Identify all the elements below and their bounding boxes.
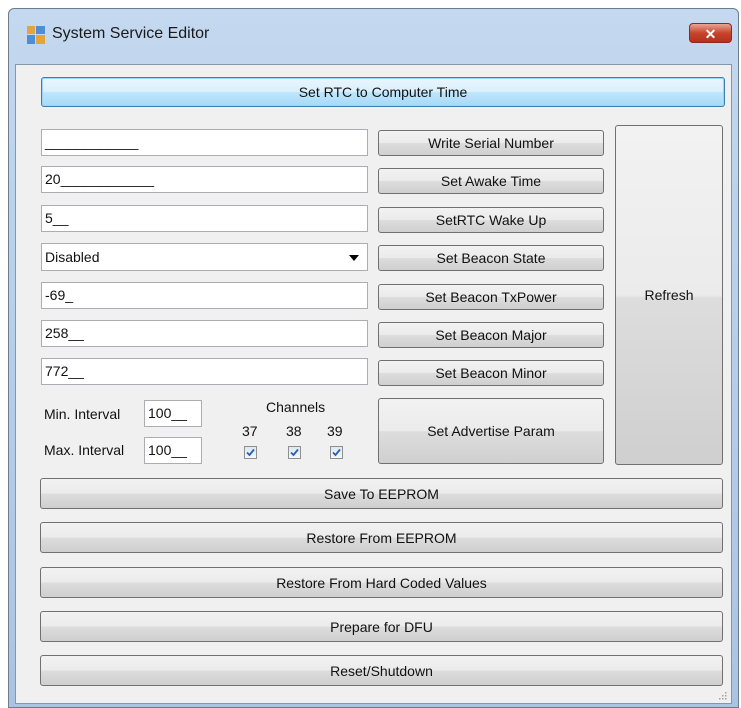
set-awake-time-button[interactable]: Set Awake Time bbox=[378, 168, 604, 194]
beacon-major-field[interactable]: 258__ bbox=[41, 320, 368, 347]
awake-time-field[interactable]: 20____________ bbox=[41, 166, 368, 193]
set-rtc-wake-button[interactable]: SetRTC Wake Up bbox=[378, 207, 604, 233]
title-bar[interactable]: System Service Editor ✕ bbox=[9, 9, 738, 64]
prepare-dfu-button[interactable]: Prepare for DFU bbox=[40, 611, 723, 642]
resize-grip-icon[interactable] bbox=[717, 690, 727, 700]
channel-37-checkbox[interactable] bbox=[244, 446, 257, 459]
refresh-button[interactable]: Refresh bbox=[615, 125, 723, 465]
set-rtc-button[interactable]: Set RTC to Computer Time bbox=[41, 77, 725, 107]
save-eeprom-button[interactable]: Save To EEPROM bbox=[40, 478, 723, 509]
set-beacon-major-button[interactable]: Set Beacon Major bbox=[378, 322, 604, 348]
set-beacon-txpower-button[interactable]: Set Beacon TxPower bbox=[378, 284, 604, 310]
checkmark-icon bbox=[246, 448, 255, 457]
window-title: System Service Editor bbox=[52, 25, 210, 42]
chevron-down-icon bbox=[349, 255, 359, 261]
restore-hard-coded-button[interactable]: Restore From Hard Coded Values bbox=[40, 567, 723, 598]
checkmark-icon bbox=[290, 448, 299, 457]
channel-38-checkbox[interactable] bbox=[288, 446, 301, 459]
channels-label: Channels bbox=[266, 399, 326, 415]
max-interval-label: Max. Interval bbox=[44, 442, 125, 458]
checkmark-icon bbox=[332, 448, 341, 457]
write-serial-button[interactable]: Write Serial Number bbox=[378, 130, 604, 156]
window: System Service Editor ✕ Set RTC to Compu… bbox=[8, 8, 739, 708]
rtc-wake-field[interactable]: 5__ bbox=[41, 205, 368, 232]
min-interval-label: Min. Interval bbox=[44, 406, 121, 422]
close-button[interactable]: ✕ bbox=[689, 23, 732, 43]
channel-39-label: 39 bbox=[327, 423, 343, 439]
set-beacon-state-button[interactable]: Set Beacon State bbox=[378, 245, 604, 271]
tx-power-field[interactable]: -69_ bbox=[41, 282, 368, 309]
restore-eeprom-button[interactable]: Restore From EEPROM bbox=[40, 522, 723, 553]
min-interval-field[interactable]: 100__ bbox=[144, 400, 202, 427]
reset-shutdown-button[interactable]: Reset/Shutdown bbox=[40, 655, 723, 686]
beacon-state-select[interactable]: Disabled bbox=[41, 243, 368, 271]
beacon-state-value: Disabled bbox=[45, 249, 100, 265]
set-advertise-param-button[interactable]: Set Advertise Param bbox=[378, 398, 604, 464]
client-area: Set RTC to Computer Time ____________ 20… bbox=[15, 64, 732, 704]
app-window-icon bbox=[27, 26, 45, 44]
beacon-minor-field[interactable]: 772__ bbox=[41, 358, 368, 385]
set-beacon-minor-button[interactable]: Set Beacon Minor bbox=[378, 360, 604, 386]
serial-number-field[interactable]: ____________ bbox=[41, 129, 368, 156]
channel-37-label: 37 bbox=[242, 423, 258, 439]
close-icon: ✕ bbox=[704, 26, 717, 42]
channel-39-checkbox[interactable] bbox=[330, 446, 343, 459]
max-interval-field[interactable]: 100__ bbox=[144, 437, 202, 464]
channel-38-label: 38 bbox=[286, 423, 302, 439]
